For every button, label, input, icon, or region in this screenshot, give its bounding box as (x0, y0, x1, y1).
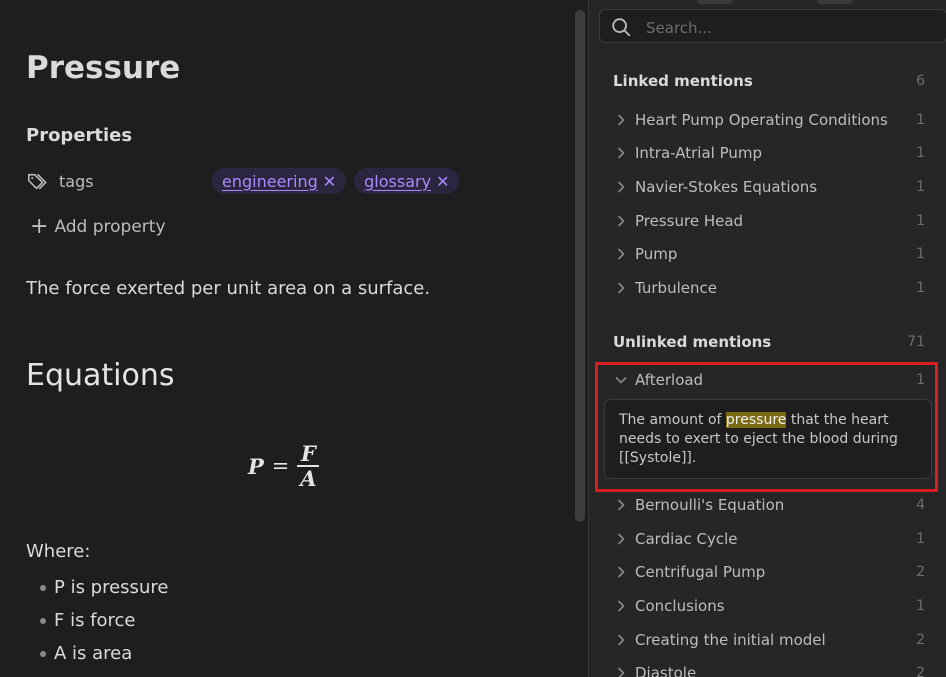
chevron-right-icon (618, 667, 625, 677)
linked-mention-item[interactable]: Pressure Head 1 (613, 208, 925, 234)
equation-lhs: P (248, 453, 264, 479)
linked-mention-item[interactable]: Heart Pump Operating Conditions 1 (613, 107, 925, 133)
equation-numerator: F (300, 441, 316, 466)
mention-title: Heart Pump Operating Conditions (635, 111, 888, 129)
chevron-right-icon (618, 147, 625, 159)
backlinks-pane: Linked mentions 6 Heart Pump Operating C… (588, 0, 946, 677)
tag-list: engineering ✕ glossary ✕ (212, 168, 460, 194)
remove-tag-icon[interactable]: ✕ (436, 172, 449, 191)
mention-count: 1 (916, 179, 925, 195)
mention-count: 2 (916, 632, 925, 648)
remove-tag-icon[interactable]: ✕ (323, 172, 336, 191)
linked-mentions-label: Linked mentions (613, 72, 753, 90)
tag-pill[interactable]: engineering ✕ (212, 168, 347, 194)
list-item: A is area (40, 637, 168, 670)
mention-title: Centrifugal Pump (635, 563, 766, 581)
chevron-right-icon (618, 533, 625, 545)
note-title[interactable]: Pressure (26, 50, 180, 86)
search-input[interactable] (644, 16, 938, 40)
unlinked-mentions-header[interactable]: Unlinked mentions 71 (613, 330, 925, 354)
list-item-text: P is pressure (54, 577, 169, 598)
linked-mention-item[interactable]: Intra-Atrial Pump 1 (613, 140, 925, 166)
equation-fraction: F A (297, 441, 320, 491)
header-tab-stub[interactable] (697, 0, 733, 4)
chevron-right-icon (618, 499, 625, 511)
mention-title: Intra-Atrial Pump (635, 144, 763, 162)
bullet-dot (40, 650, 46, 657)
chevron-right-icon (618, 248, 625, 260)
variable-list: P is pressure F is force A is area (40, 571, 168, 670)
equation-equals: = (271, 454, 290, 478)
note-scrollbar[interactable] (575, 10, 585, 522)
mention-count: 2 (916, 665, 925, 677)
equations-heading: Equations (26, 358, 175, 393)
header-tab-stub[interactable] (817, 0, 853, 4)
linked-mention-item[interactable]: Navier-Stokes Equations 1 (613, 174, 925, 200)
linked-mention-item[interactable]: Pump 1 (613, 241, 925, 267)
bullet-dot (40, 584, 46, 591)
mention-count: 1 (916, 145, 925, 161)
mention-title: Pump (635, 245, 678, 263)
pane-header-strip (589, 0, 946, 4)
property-name[interactable]: tags (59, 172, 94, 191)
mention-title: Conclusions (635, 597, 725, 615)
properties-heading[interactable]: Properties (26, 125, 132, 146)
list-item-text: A is area (54, 643, 133, 664)
chevron-right-icon (618, 114, 625, 126)
backlinks-search[interactable] (599, 9, 946, 43)
chevron-right-icon (618, 282, 625, 294)
mention-count: 1 (916, 112, 925, 128)
mention-title: Creating the initial model (635, 631, 826, 649)
list-item: F is force (40, 604, 168, 637)
tag-label[interactable]: glossary (364, 172, 431, 191)
unlinked-mention-item[interactable]: Creating the initial model 2 (613, 627, 925, 653)
mention-count: 1 (916, 531, 925, 547)
mention-title: Turbulence (635, 279, 717, 297)
mention-title: Diastole (635, 664, 697, 677)
mention-count: 1 (916, 246, 925, 262)
mention-count: 1 (916, 213, 925, 229)
mention-title: Navier-Stokes Equations (635, 178, 818, 196)
linked-mentions-count: 6 (916, 73, 925, 89)
mention-count: 2 (916, 564, 925, 580)
chevron-right-icon (618, 181, 625, 193)
plus-icon: + (30, 214, 49, 239)
property-row-tags: tags engineering ✕ glossary ✕ (26, 168, 526, 196)
tags-icon (27, 173, 47, 190)
unlinked-mention-item[interactable]: Diastole 2 (613, 660, 925, 677)
note-pane: Pressure Properties tags engineering ✕ g… (0, 0, 588, 677)
unlinked-mention-item[interactable]: Cardiac Cycle 1 (613, 526, 925, 552)
unlinked-mention-item[interactable]: Bernoulli's Equation 4 (613, 492, 925, 518)
search-icon (612, 18, 631, 37)
equation-denominator: A (300, 466, 317, 491)
tag-pill[interactable]: glossary ✕ (354, 168, 460, 194)
mention-title: Bernoulli's Equation (635, 496, 785, 514)
chevron-right-icon (618, 634, 625, 646)
mention-count: 1 (916, 598, 925, 614)
annotation-highlight-box (595, 362, 938, 492)
chevron-right-icon (618, 600, 625, 612)
tag-label[interactable]: engineering (222, 172, 318, 191)
chevron-right-icon (618, 215, 625, 227)
add-property-button[interactable]: + Add property (30, 214, 166, 240)
mention-count: 1 (916, 280, 925, 296)
where-label: Where: (26, 541, 91, 562)
chevron-right-icon (618, 566, 625, 578)
note-description: The force exerted per unit area on a sur… (26, 278, 431, 299)
mention-count: 4 (916, 497, 925, 513)
list-item-text: F is force (54, 610, 136, 631)
unlinked-mentions-count: 71 (907, 334, 925, 350)
linked-mentions-header[interactable]: Linked mentions 6 (613, 69, 925, 93)
pressure-equation: P = F A (248, 440, 320, 492)
add-property-label: Add property (54, 217, 166, 237)
mention-title: Cardiac Cycle (635, 530, 738, 548)
list-item: P is pressure (40, 571, 168, 604)
mention-title: Pressure Head (635, 212, 744, 230)
unlinked-mention-item[interactable]: Centrifugal Pump 2 (613, 559, 925, 585)
unlinked-mention-item[interactable]: Conclusions 1 (613, 593, 925, 619)
linked-mention-item[interactable]: Turbulence 1 (613, 275, 925, 301)
bullet-dot (40, 617, 46, 624)
unlinked-mentions-label: Unlinked mentions (613, 333, 772, 351)
